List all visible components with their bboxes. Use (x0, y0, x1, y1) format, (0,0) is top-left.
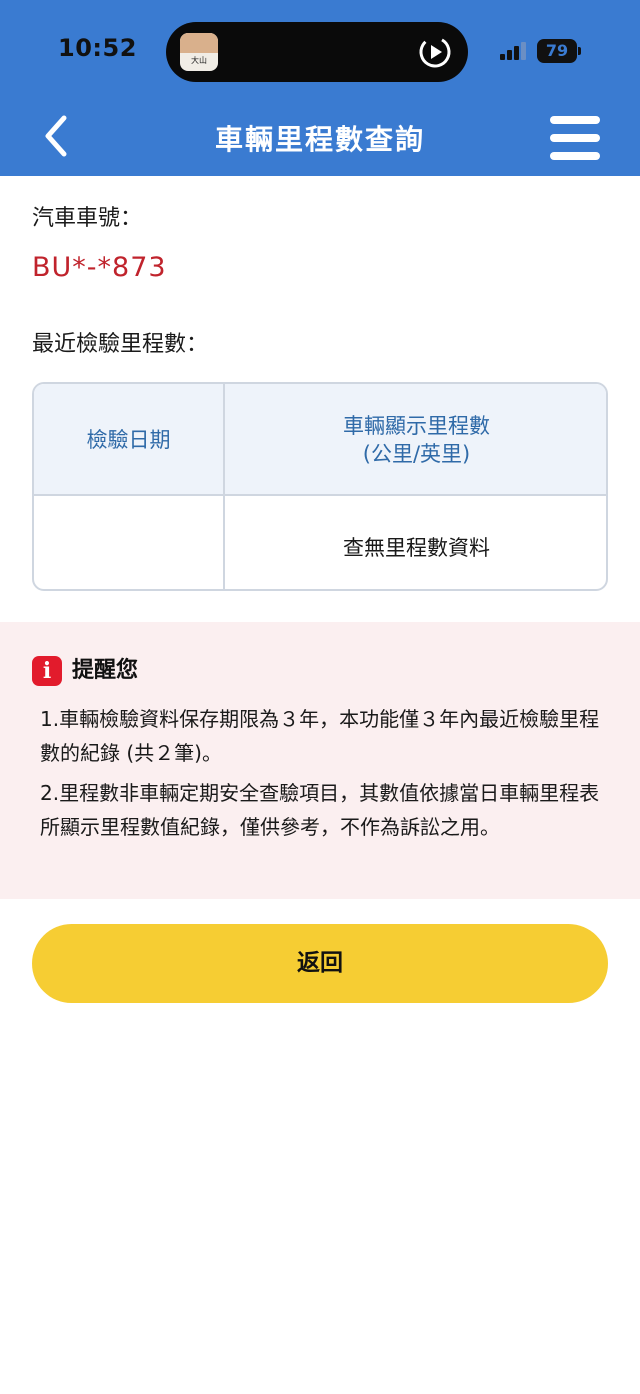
thumbnail-text: 大山 (191, 56, 207, 65)
status-time: 10:52 (58, 34, 137, 62)
battery-icon: 79 (537, 39, 581, 63)
cellular-signal-icon (500, 42, 526, 60)
column-header-date: 檢驗日期 (86, 428, 171, 452)
mileage-section-label: 最近檢驗里程數： (32, 332, 209, 357)
notice-item: 2.里程數非車輛定期安全查驗項目，其數值依據當日車輛里程表所顯示里程數值紀錄，僅… (40, 781, 600, 839)
column-header-mileage-title: 車輛顯示里程數 (343, 414, 490, 438)
menu-bar (550, 116, 600, 124)
cell-mileage: 查無里程數資料 (343, 536, 490, 560)
app-header: 10:52 大山 79 車輛里程數查詢 (0, 0, 640, 176)
notice-title: 提醒您 (72, 658, 139, 683)
hamburger-menu-button[interactable] (550, 116, 602, 160)
plate-label: 汽車車號： (32, 206, 143, 231)
now-playing-thumbnail: 大山 (180, 33, 218, 71)
column-header-mileage-unit: (公里/英里) (362, 442, 471, 466)
page-title: 車輛里程數查詢 (214, 123, 425, 156)
mileage-table: 檢驗日期 車輛顯示里程數 (公里/英里) 查無里程數資料 (32, 382, 608, 591)
return-button[interactable]: 返回 (32, 924, 608, 1003)
screen-record-icon (419, 36, 451, 68)
column-header-mileage: 車輛顯示里程數 (公里/英里) (225, 412, 606, 468)
info-icon: i (32, 656, 62, 686)
plate-number: BU*-*873 (32, 252, 167, 283)
dynamic-island[interactable]: 大山 (166, 22, 468, 82)
notice-panel: i 提醒您 1.車輛檢驗資料保存期限為３年，本功能僅３年內最近檢驗里程數的紀錄 … (0, 622, 640, 899)
menu-bar (550, 134, 600, 142)
notice-item: 1.車輛檢驗資料保存期限為３年，本功能僅３年內最近檢驗里程數的紀錄 (共２筆)。 (40, 707, 600, 765)
battery-level: 79 (537, 39, 577, 63)
menu-bar (550, 152, 600, 160)
